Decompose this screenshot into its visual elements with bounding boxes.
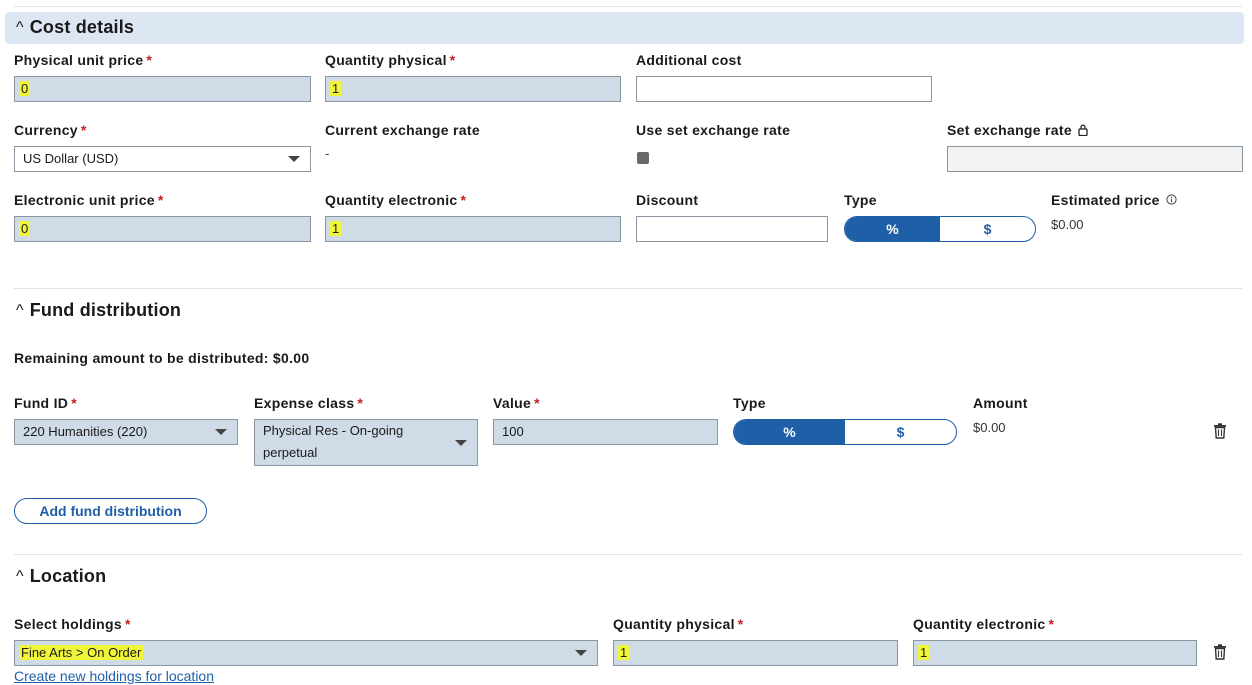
select-holdings-select[interactable]: Fine Arts > On Order [14,640,598,666]
physical-unit-price-label: Physical unit price * [14,52,153,68]
location-quantity-physical-value: 1 [618,645,630,660]
quantity-physical-input[interactable]: 1 [325,76,621,102]
currency-value: US Dollar (USD) [23,151,119,166]
fund-type-label: Type [733,395,766,411]
discount-type-label: Type [844,192,877,208]
additional-cost-label: Additional cost [636,52,742,68]
current-exchange-rate-label: Current exchange rate [325,122,480,138]
trash-icon[interactable] [1213,423,1227,439]
location-quantity-electronic-label: Quantity electronic * [913,616,1055,632]
location-quantity-electronic-input[interactable]: 1 [913,640,1197,666]
info-icon[interactable] [1166,194,1177,205]
set-exchange-rate-label: Set exchange rate [947,122,1088,138]
amount-label: Amount [973,395,1028,411]
caret-down-icon [215,429,227,435]
lock-icon [1078,124,1088,137]
fund-type-toggle[interactable]: % $ [733,419,957,445]
value-label: Value * [493,395,540,411]
location-header[interactable]: ^ Location [16,566,106,587]
fund-id-select[interactable]: 220 Humanities (220) [14,419,238,445]
location-quantity-physical-input[interactable]: 1 [613,640,898,666]
expense-class-label: Expense class * [254,395,364,411]
expense-class-select[interactable]: Physical Res - On-going perpetual [254,419,478,466]
fund-distribution-header[interactable]: ^ Fund distribution [16,300,181,321]
chevron-up-icon: ^ [16,301,24,319]
electronic-unit-price-input[interactable]: 0 [14,216,311,242]
caret-down-icon [575,650,587,656]
discount-input[interactable] [636,216,828,242]
electronic-unit-price-label: Electronic unit price * [14,192,164,208]
amount-value: $0.00 [973,420,1006,435]
currency-label: Currency * [14,122,87,138]
caret-down-icon [455,439,467,446]
quantity-physical-label: Quantity physical * [325,52,456,68]
use-set-exchange-rate-checkbox[interactable] [637,152,649,164]
discount-type-dollar[interactable]: $ [940,217,1035,241]
location-quantity-physical-label: Quantity physical * [613,616,744,632]
fund-type-dollar[interactable]: $ [845,420,956,444]
fund-id-value: 220 Humanities (220) [23,424,148,439]
estimated-price-value: $0.00 [1051,217,1084,232]
quantity-electronic-label: Quantity electronic * [325,192,467,208]
cost-details-title: Cost details [29,17,135,37]
add-fund-distribution-button[interactable]: Add fund distribution [14,498,207,524]
fund-distribution-title: Fund distribution [29,300,182,320]
section-divider [14,554,1242,555]
discount-type-percent[interactable]: % [845,217,940,241]
select-holdings-label: Select holdings * [14,616,131,632]
value-input[interactable]: 100 [493,419,718,445]
electronic-unit-price-value: 0 [19,221,31,236]
location-quantity-electronic-value: 1 [918,645,930,660]
physical-unit-price-value: 0 [19,81,31,96]
select-holdings-value: Fine Arts > On Order [19,645,144,660]
use-set-exchange-rate-label: Use set exchange rate [636,122,791,138]
set-exchange-rate-input [947,146,1243,172]
value-value: 100 [502,424,524,439]
discount-type-toggle[interactable]: % $ [844,216,1036,242]
quantity-electronic-value: 1 [330,221,342,236]
estimated-price-label: Estimated price [1051,192,1177,208]
top-divider [14,6,1242,7]
expense-class-value: Physical Res - On-going perpetual [263,423,404,460]
physical-unit-price-input[interactable]: 0 [14,76,311,102]
quantity-electronic-input[interactable]: 1 [325,216,621,242]
cost-details-header-bar[interactable] [5,12,1244,44]
location-title: Location [29,566,107,586]
caret-down-icon [288,156,300,162]
remaining-amount-text: Remaining amount to be distributed: $0.0… [14,350,310,366]
chevron-up-icon: ^ [16,567,24,585]
trash-icon[interactable] [1213,644,1227,660]
create-new-holdings-link[interactable]: Create new holdings for location [14,668,214,684]
current-exchange-rate-value: - [325,146,330,161]
cost-details-header[interactable]: ^ Cost details [16,17,134,38]
section-divider [14,288,1242,289]
additional-cost-input[interactable] [636,76,932,102]
fund-type-percent[interactable]: % [734,420,845,444]
currency-select[interactable]: US Dollar (USD) [14,146,311,172]
chevron-up-icon: ^ [16,18,24,36]
fund-id-label: Fund ID * [14,395,77,411]
discount-label: Discount [636,192,699,208]
quantity-physical-value: 1 [330,81,342,96]
